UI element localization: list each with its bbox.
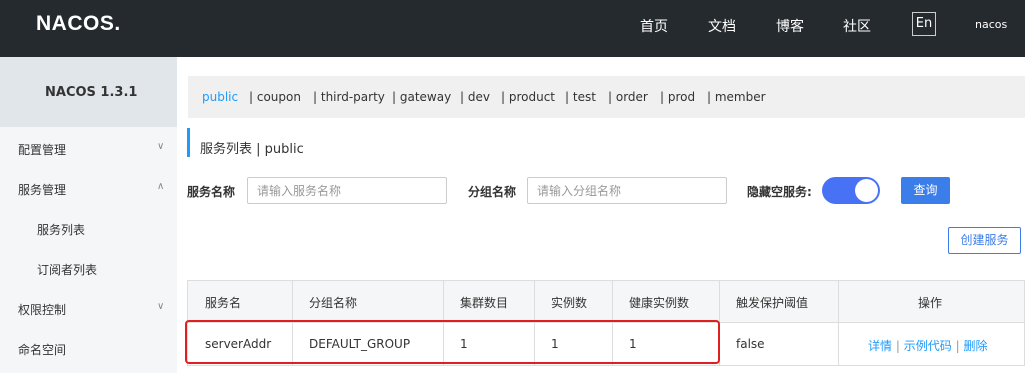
page-title: 服务列表 | public xyxy=(200,142,304,157)
namespace-order[interactable]: | order xyxy=(608,90,648,104)
sidebar: NACOS 1.3.1 配置管理 ∨ 服务管理 ∧ 服务列表 订阅者列表 权限控… xyxy=(0,57,177,373)
sidebar-item-label: 订阅者列表 xyxy=(37,263,98,277)
sidebar-item-label: 服务管理 xyxy=(18,183,67,197)
chevron-down-icon: ∨ xyxy=(157,141,165,152)
action-cell: 详情 | 示例代码 | 删除 xyxy=(868,337,987,354)
sidebar-item-label: 命名空间 xyxy=(18,343,67,357)
header-instance-count: 实例数 xyxy=(551,296,588,310)
namespace-gateway[interactable]: | gateway xyxy=(392,90,451,104)
sidebar-header: NACOS 1.3.1 xyxy=(0,57,177,127)
sidebar-item-label: 服务列表 xyxy=(37,223,86,237)
toggle-knob xyxy=(855,179,878,202)
namespace-product[interactable]: | product xyxy=(501,90,555,104)
chevron-up-icon: ∧ xyxy=(157,181,165,192)
action-separator: | xyxy=(895,339,900,353)
service-name-input[interactable] xyxy=(247,177,447,204)
row-highlight-box xyxy=(185,320,720,364)
namespace-test[interactable]: | test xyxy=(565,90,596,104)
sidebar-item-label: 权限控制 xyxy=(18,303,67,317)
create-service-button[interactable]: 创建服务 xyxy=(948,227,1021,254)
detail-link[interactable]: 详情 xyxy=(868,339,892,353)
sidebar-item-label: 配置管理 xyxy=(18,143,67,157)
sidebar-item-subscriber-list[interactable]: 订阅者列表 xyxy=(0,248,177,288)
version-label: NACOS 1.3.1 xyxy=(45,85,138,100)
namespace-member[interactable]: | member xyxy=(707,90,766,104)
cell-protect-threshold: false xyxy=(736,337,765,351)
header-actions: 操作 xyxy=(918,296,943,310)
top-navbar: NACOS. 首页 文档 博客 社区 En nacos xyxy=(0,0,1025,57)
column-divider xyxy=(838,281,839,365)
sidebar-item-service-management[interactable]: 服务管理 ∧ xyxy=(0,168,177,208)
chevron-down-icon: ∨ xyxy=(157,301,165,312)
header-cluster-count: 集群数目 xyxy=(460,296,509,310)
header-healthy-instance-count: 健康实例数 xyxy=(629,296,690,310)
namespace-third-party[interactable]: | third-party xyxy=(313,90,385,104)
nav-home[interactable]: 首页 xyxy=(640,16,668,36)
hide-empty-service-label: 隐藏空服务: xyxy=(747,185,812,199)
group-name-input[interactable] xyxy=(527,177,727,204)
header-protect-threshold: 触发保护阈值 xyxy=(736,296,809,310)
namespace-bar: public | coupon | third-party | gateway … xyxy=(188,76,1025,118)
hide-empty-service-toggle[interactable] xyxy=(822,177,880,204)
sidebar-item-config-management[interactable]: 配置管理 ∨ xyxy=(0,128,177,168)
namespace-prod[interactable]: | prod xyxy=(660,90,695,104)
namespace-dev[interactable]: | dev xyxy=(460,90,490,104)
title-accent-bar xyxy=(187,128,190,157)
header-service-name: 服务名 xyxy=(205,296,242,310)
nav-docs[interactable]: 文档 xyxy=(708,16,736,36)
nav-community[interactable]: 社区 xyxy=(843,16,871,36)
sidebar-item-service-list[interactable]: 服务列表 xyxy=(0,208,177,248)
sidebar-item-namespace[interactable]: 命名空间 xyxy=(0,328,177,368)
action-separator: | xyxy=(955,339,960,353)
nav-blog[interactable]: 博客 xyxy=(776,16,804,36)
namespace-coupon[interactable]: | coupon xyxy=(249,90,301,104)
group-name-label: 分组名称 xyxy=(468,185,517,199)
nacos-logo[interactable]: NACOS. xyxy=(36,12,121,36)
namespace-public[interactable]: public xyxy=(202,90,238,104)
sidebar-item-access-control[interactable]: 权限控制 ∨ xyxy=(0,288,177,328)
language-toggle-button[interactable]: En xyxy=(912,12,936,36)
service-name-label: 服务名称 xyxy=(187,185,236,199)
sample-code-link[interactable]: 示例代码 xyxy=(904,339,952,353)
header-group-name: 分组名称 xyxy=(309,296,358,310)
delete-link[interactable]: 删除 xyxy=(963,339,987,353)
query-button[interactable]: 查询 xyxy=(901,177,950,204)
user-name[interactable]: nacos xyxy=(975,18,1007,31)
